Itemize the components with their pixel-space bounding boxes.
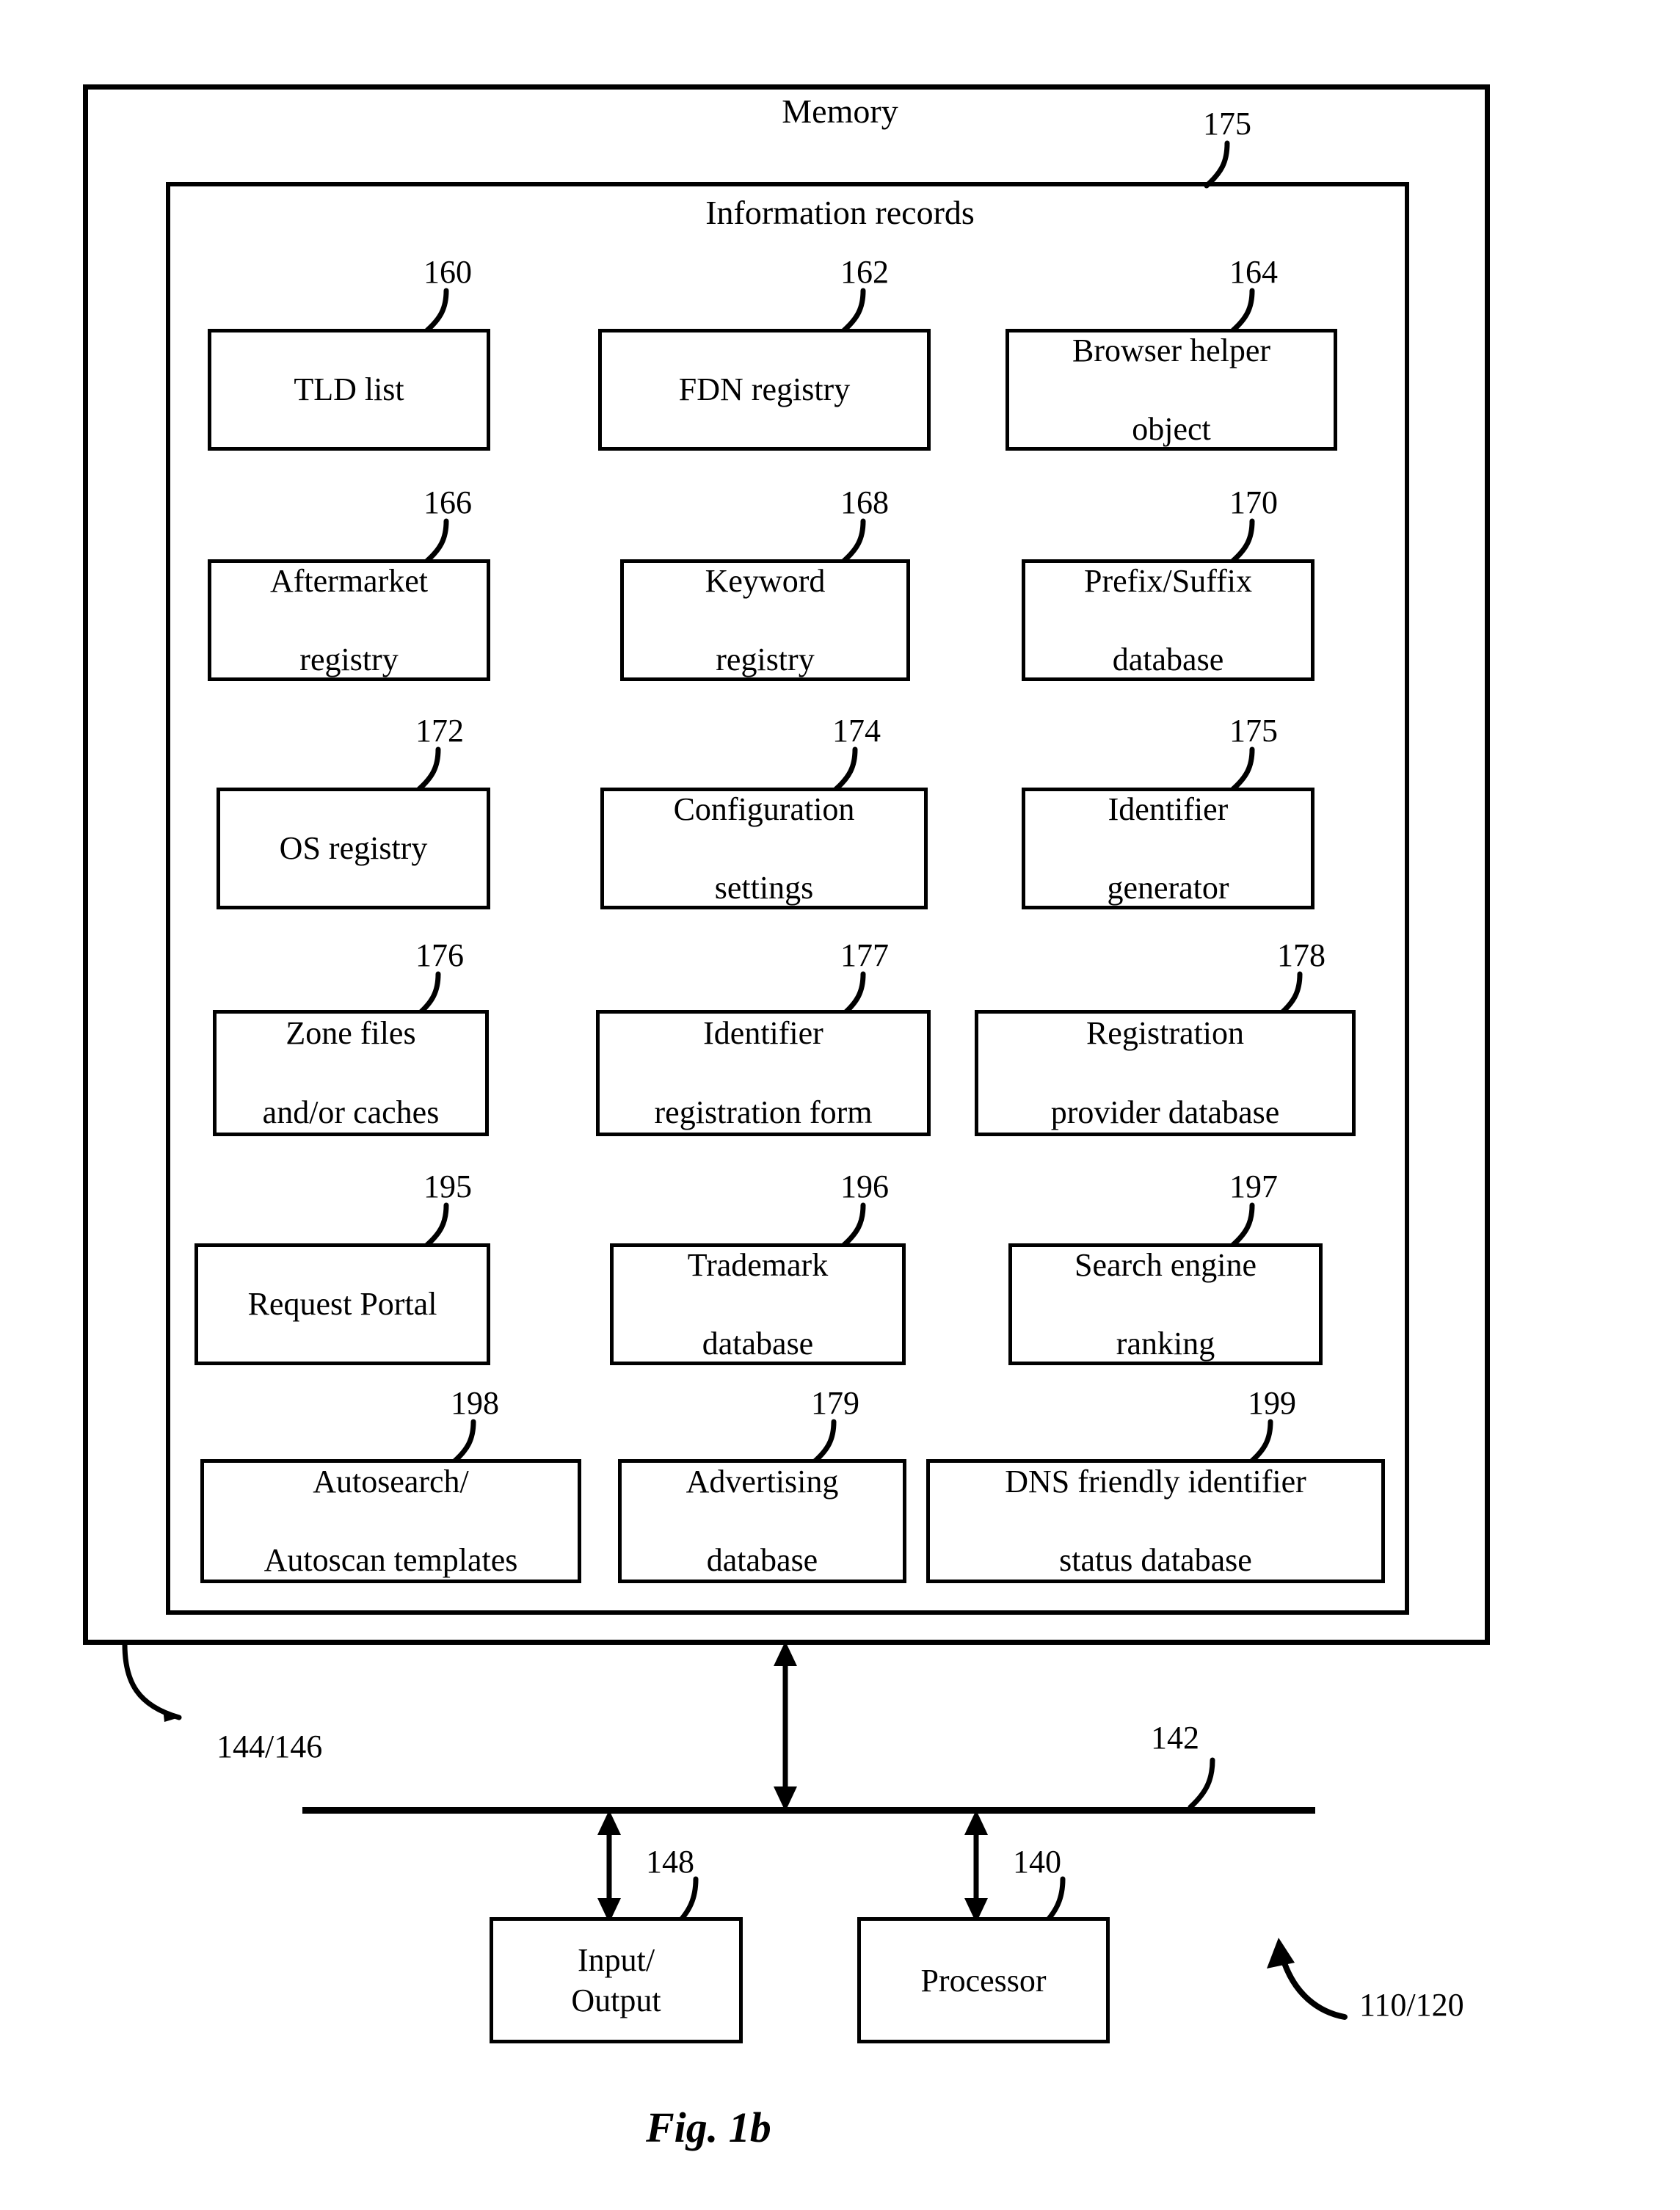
record-box-browser-helper-object: Browser helper object <box>1006 329 1337 451</box>
record-box-identifier-generator: Identifier generator <box>1022 788 1314 909</box>
reference-numeral-162: 162 <box>840 254 889 290</box>
processor-label: Processor <box>920 1962 1047 1999</box>
record-box-request-portal: Request Portal <box>194 1243 490 1365</box>
record-box-fdn-registry: FDN registry <box>598 329 931 451</box>
record-label-keyword-registry: Keyword registry <box>705 562 826 677</box>
record-box-trademark-database: Trademark database <box>610 1243 906 1365</box>
leader-line-142 <box>1188 1757 1215 1810</box>
reference-numeral-174: 174 <box>832 713 881 749</box>
reference-numeral-176: 176 <box>415 937 464 973</box>
reference-numeral-110-120: 110/120 <box>1359 1987 1464 2023</box>
figure-caption: Fig. 1b <box>646 2104 771 2151</box>
reference-numeral-177: 177 <box>840 937 889 973</box>
reference-numeral-196: 196 <box>840 1168 889 1204</box>
record-box-prefix-suffix-database: Prefix/Suffix database <box>1022 559 1314 681</box>
reference-numeral-140: 140 <box>1013 1844 1061 1880</box>
record-label-request-portal: Request Portal <box>247 1286 437 1323</box>
memory-label: Memory <box>782 92 898 130</box>
reference-numeral-168: 168 <box>840 484 889 520</box>
leader-line-144-146 <box>122 1641 182 1722</box>
record-label-os-registry: OS registry <box>279 830 428 867</box>
record-label-browser-helper-object: Browser helper object <box>1072 332 1270 447</box>
record-label-identifier-generator: Identifier generator <box>1107 790 1229 906</box>
reference-numeral-195: 195 <box>423 1168 472 1204</box>
reference-numeral-175-memory: 175 <box>1203 106 1251 142</box>
reference-numeral-179: 179 <box>811 1385 859 1421</box>
record-box-zone-files: Zone files and/or caches <box>213 1010 489 1136</box>
record-box-advertising-database: Advertising database <box>618 1459 906 1583</box>
reference-numeral-144-146: 144/146 <box>217 1729 323 1764</box>
reference-numeral-160: 160 <box>423 254 472 290</box>
record-label-search-engine-ranking: Search engine ranking <box>1074 1246 1257 1362</box>
record-label-zone-files: Zone files and/or caches <box>262 1015 440 1130</box>
reference-numeral-148: 148 <box>646 1844 694 1880</box>
record-label-configuration-settings: Configuration settings <box>673 790 855 906</box>
information-records-label: Information records <box>705 194 975 231</box>
leader-line-110-120 <box>1267 1938 1348 2020</box>
arrow-bus-to-io <box>597 1810 621 1923</box>
record-label-dns-friendly-identifier-status-database: DNS friendly identifier status database <box>1005 1464 1306 1579</box>
reference-numeral-164: 164 <box>1229 254 1278 290</box>
record-box-os-registry: OS registry <box>217 788 490 909</box>
record-box-tld-list: TLD list <box>208 329 490 451</box>
record-box-keyword-registry: Keyword registry <box>620 559 910 681</box>
input-output-label: Input/Output <box>571 1942 661 2018</box>
arrow-memory-to-bus <box>774 1641 797 1811</box>
record-label-registration-provider-database: Registration provider database <box>1050 1015 1280 1130</box>
reference-numeral-166: 166 <box>423 484 472 520</box>
patent-figure-1b: Memory 175 Information records 160 TLD l… <box>0 0 1680 2210</box>
reference-numeral-170: 170 <box>1229 484 1278 520</box>
record-label-fdn-registry: FDN registry <box>678 371 851 408</box>
reference-numeral-142: 142 <box>1151 1720 1199 1756</box>
reference-numeral-199: 199 <box>1248 1385 1296 1421</box>
reference-numeral-198: 198 <box>451 1385 499 1421</box>
record-label-autosearch-autoscan-templates: Autosearch/Autoscan templates <box>263 1464 518 1579</box>
arrow-bus-to-processor <box>964 1810 988 1923</box>
record-box-aftermarket-registry: Aftermarket registry <box>208 559 490 681</box>
input-output-block: Input/Output <box>490 1917 743 2043</box>
reference-numeral-178: 178 <box>1277 937 1326 973</box>
record-box-configuration-settings: Configuration settings <box>600 788 928 909</box>
record-label-identifier-registration-form: Identifier registration form <box>654 1015 873 1130</box>
system-bus <box>302 1807 1315 1814</box>
record-label-aftermarket-registry: Aftermarket registry <box>270 562 428 677</box>
record-box-identifier-registration-form: Identifier registration form <box>596 1010 931 1136</box>
reference-numeral-175-identifier-generator: 175 <box>1229 713 1278 749</box>
record-label-trademark-database: Trademark database <box>687 1246 829 1362</box>
record-box-registration-provider-database: Registration provider database <box>975 1010 1356 1136</box>
record-box-dns-friendly-identifier-status-database: DNS friendly identifier status database <box>926 1459 1385 1583</box>
record-box-autosearch-autoscan-templates: Autosearch/Autoscan templates <box>200 1459 581 1583</box>
processor-block: Processor <box>857 1917 1110 2043</box>
reference-numeral-197: 197 <box>1229 1168 1278 1204</box>
record-label-prefix-suffix-database: Prefix/Suffix database <box>1084 562 1252 677</box>
record-label-tld-list: TLD list <box>294 371 404 408</box>
record-box-search-engine-ranking: Search engine ranking <box>1008 1243 1323 1365</box>
reference-numeral-172: 172 <box>415 713 464 749</box>
record-label-advertising-database: Advertising database <box>686 1464 839 1579</box>
